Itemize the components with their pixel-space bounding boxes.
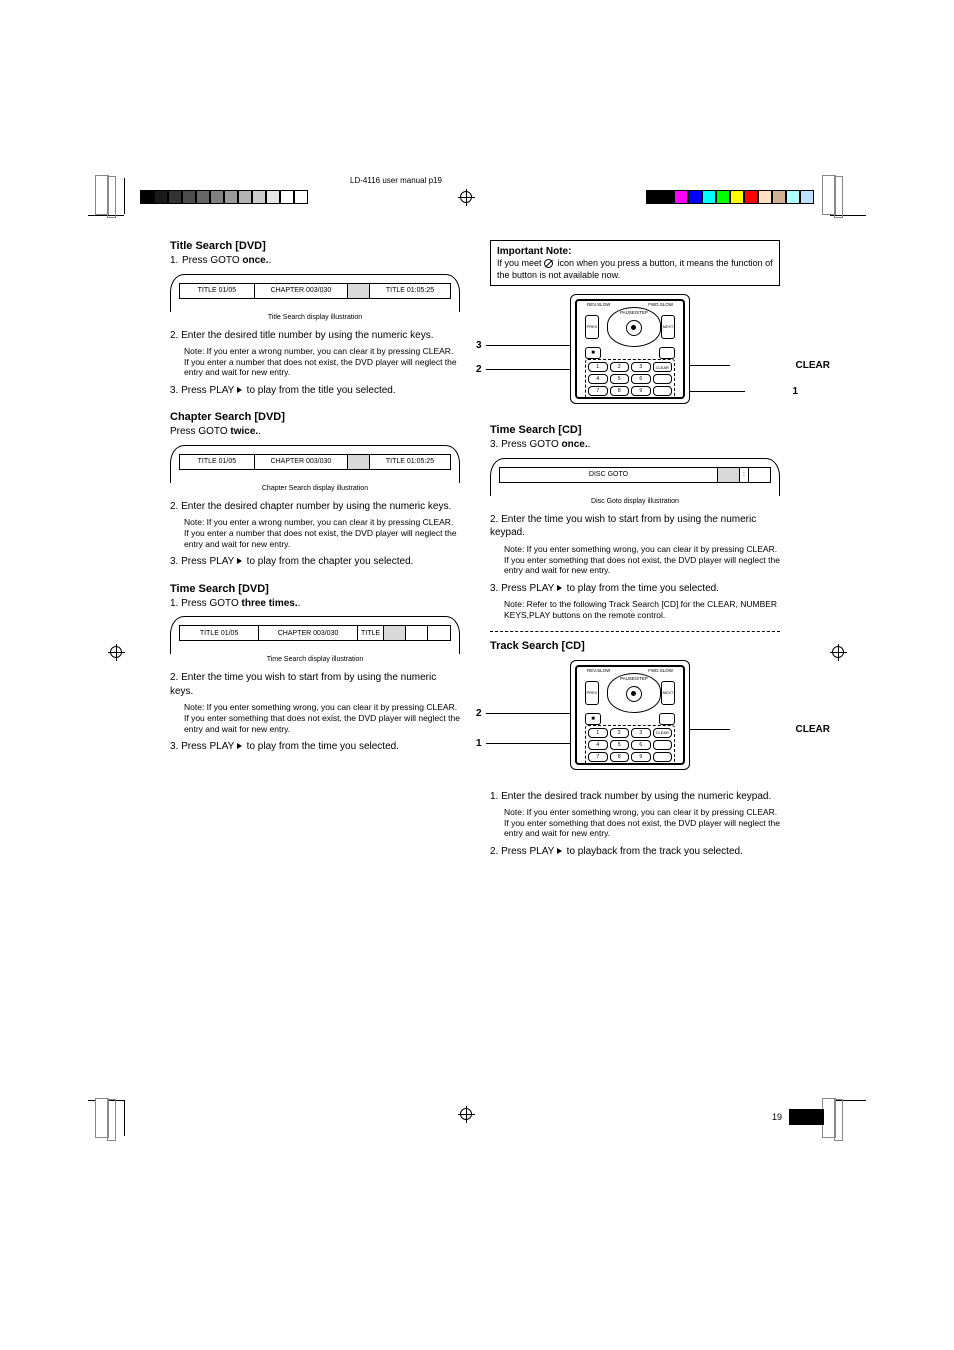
time-search-cd-heading: Time Search [CD]: [490, 424, 780, 436]
chapter-search-step3: 3. Press PLAY to play from the chapter y…: [170, 555, 460, 569]
callout-1: 1: [792, 386, 798, 397]
time-search-cd-note2: Note: Refer to the following Track Searc…: [504, 599, 780, 620]
callout-2: 2: [476, 364, 482, 375]
grayscale-bar: [140, 190, 308, 204]
registration-mark-right: [832, 646, 844, 658]
track-search-cd-step2: 2. Press PLAY to playback from the track…: [490, 845, 780, 859]
callout-clear-b: CLEAR: [796, 724, 830, 735]
time-search-cd-note1: Note: If you enter something wrong, you …: [504, 544, 780, 576]
play-icon: [237, 556, 244, 567]
title-search-display: TITLE 01/05 CHAPTER 003/030 TITLE 01:05:…: [170, 274, 460, 312]
track-search-cd-heading: Track Search [CD]: [490, 640, 780, 652]
edge-tab: [789, 1109, 824, 1125]
remote-diagram-top: REV.SLOW FWD.SLOW PAUSE/STEP PREV NEXT ■…: [490, 294, 780, 414]
time-search-dvd-display: TITLE 01/05 CHAPTER 003/030 TITLE: [170, 616, 460, 654]
chapter-search-heading: Chapter Search [DVD]: [170, 411, 460, 423]
registration-mark-bottom: [460, 1108, 472, 1120]
time-search-dvd-step1: 1. Press GOTO three times..: [170, 597, 460, 611]
time-search-dvd-caption: Time Search display illustration: [170, 656, 460, 663]
time-search-dvd-heading: Time Search [DVD]: [170, 583, 460, 595]
callout-clear: CLEAR: [796, 360, 830, 371]
title-search-step2: 2. Enter the desired title number by usi…: [170, 329, 460, 343]
callout-3: 3: [476, 340, 482, 351]
time-search-cd-caption: Disc Goto display illustration: [490, 498, 780, 505]
track-search-cd-note: Note: If you enter something wrong, you …: [504, 807, 780, 839]
registration-mark-left: [110, 646, 122, 658]
play-icon: [557, 846, 564, 857]
filename-label: LD-4116 user manual p19: [350, 176, 442, 185]
time-search-cd-step1: 3. Press GOTO once..: [490, 438, 780, 452]
page-number: 19: [772, 1112, 782, 1122]
title-search-heading: Title Search [DVD]: [170, 240, 460, 252]
time-search-dvd-step3: 3. Press PLAY to play from the time you …: [170, 740, 460, 754]
chapter-search-note: Note: If you enter a wrong number, you c…: [184, 517, 460, 549]
chapter-search-step1: Press GOTO twice..: [170, 425, 460, 439]
play-icon: [237, 741, 244, 752]
prohibit-icon: [544, 259, 553, 268]
registration-mark-top: [460, 191, 472, 203]
remote-diagram-bottom: REV.SLOW FWD.SLOW PAUSE/STEP PREV NEXT ■…: [490, 660, 780, 780]
callout-2b: 2: [476, 708, 482, 719]
time-search-cd-display: DISC GOTO :: [490, 458, 780, 496]
title-search-step1: 1.1. Press GOTO Press GOTO once..: [170, 254, 460, 268]
chapter-search-caption: Chapter Search display illustration: [170, 485, 460, 492]
play-icon: [557, 583, 564, 594]
chapter-search-step2: 2. Enter the desired chapter number by u…: [170, 500, 460, 514]
title-search-note: Note: If you enter a wrong number, you c…: [184, 346, 460, 378]
time-search-cd-step2: 2. Enter the time you wish to start from…: [490, 513, 780, 540]
chapter-search-display: TITLE 01/05 CHAPTER 003/030 TITLE 01:05:…: [170, 445, 460, 483]
color-bar: [646, 190, 814, 204]
time-search-dvd-note: Note: If you enter something wrong, you …: [184, 702, 460, 734]
play-icon: [237, 385, 244, 396]
title-search-caption: Title Search display illustration: [170, 314, 460, 321]
time-search-cd-step3: 3. Press PLAY to play from the time you …: [490, 582, 780, 596]
callout-1b: 1: [476, 738, 482, 749]
time-search-dvd-step2: 2. Enter the time you wish to start from…: [170, 671, 460, 698]
title-search-step3: 3. Press PLAY to play from the title you…: [170, 384, 460, 398]
section-divider: [490, 631, 780, 632]
track-search-cd-step1: 1. Enter the desired track number by usi…: [490, 790, 780, 804]
important-note-box: Important Note: If you meet icon when yo…: [490, 240, 780, 286]
